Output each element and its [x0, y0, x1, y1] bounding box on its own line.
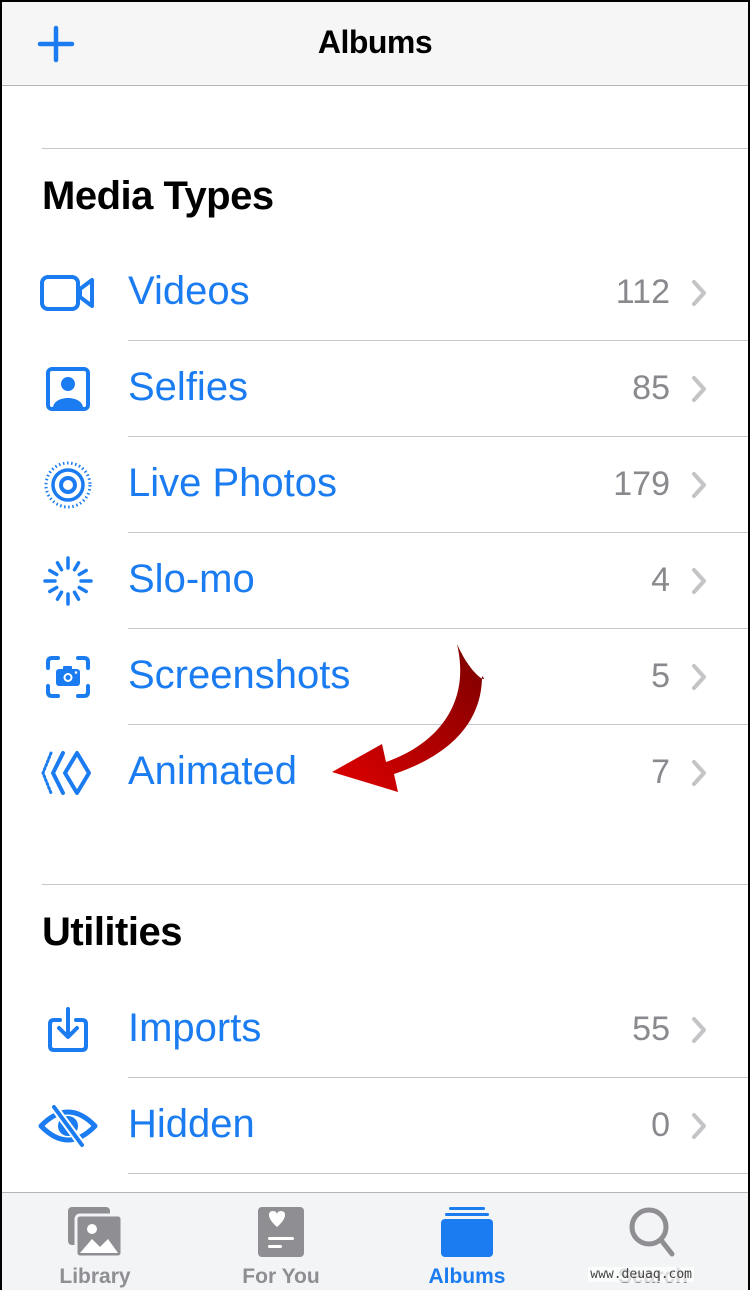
live-photo-icon: [38, 461, 98, 509]
album-count: 55: [632, 1010, 670, 1048]
tab-for-you[interactable]: For You: [188, 1193, 374, 1290]
page-title: Albums: [317, 24, 433, 60]
album-label: Slo-mo: [128, 557, 255, 601]
album-label: Videos: [128, 269, 250, 313]
chevron-right-icon: [692, 376, 706, 402]
slo-mo-icon: [38, 556, 98, 606]
album-count: 0: [651, 1106, 670, 1144]
album-count: 179: [613, 465, 670, 503]
album-count: 85: [632, 369, 670, 407]
album-count: 112: [615, 273, 670, 311]
chevron-right-icon: [692, 1017, 706, 1043]
album-count: 4: [651, 561, 670, 599]
album-label: Screenshots: [128, 653, 351, 697]
slo-mo-tick: [77, 585, 88, 594]
chevron-right-icon: [692, 472, 706, 498]
search-icon: [629, 1207, 675, 1257]
navigation-bar: Albums: [2, 2, 748, 86]
album-row-slo-mo[interactable]: Slo-mo 4: [2, 533, 748, 629]
animated-icon: [38, 749, 98, 797]
tab-label: Albums: [428, 1265, 506, 1288]
for-you-icon: [258, 1207, 304, 1257]
album-label: Imports: [128, 1006, 262, 1050]
chevron-right-icon: [692, 568, 706, 594]
album-row-hidden[interactable]: Hidden 0: [2, 1078, 748, 1174]
album-count: 7: [651, 753, 670, 791]
section-divider: [42, 148, 748, 149]
slo-mo-tick: [55, 590, 64, 601]
tab-label: For You: [242, 1265, 320, 1288]
album-row-selfies[interactable]: Selfies 85: [2, 341, 748, 437]
tab-albums[interactable]: Albums: [374, 1193, 560, 1290]
album-row-imports[interactable]: Imports 55: [2, 982, 748, 1078]
album-row-live-photos[interactable]: Live Photos 179: [2, 437, 748, 533]
import-icon: [38, 1006, 98, 1054]
chevron-right-icon: [692, 664, 706, 690]
album-row-animated[interactable]: Animated 7: [2, 725, 748, 821]
library-icon: [68, 1207, 124, 1259]
video-camera-icon: [38, 269, 98, 317]
slo-mo-tick: [48, 568, 59, 577]
tab-label: Library: [59, 1265, 131, 1288]
section-title-media-types: Media Types: [42, 174, 274, 218]
album-label: Selfies: [128, 365, 249, 409]
watermark: www.deuaq.com: [588, 1267, 694, 1282]
chevron-right-icon: [692, 280, 706, 306]
eye-slash-icon: [38, 1102, 98, 1150]
slo-mo-tick: [72, 561, 81, 572]
albums-icon: [441, 1207, 493, 1257]
album-label: Live Photos: [128, 461, 338, 505]
section-divider: [42, 884, 748, 885]
album-row-videos[interactable]: Videos 112: [2, 245, 748, 341]
slo-mo-tick: [48, 585, 59, 594]
chevron-right-icon: [692, 1113, 706, 1139]
album-label: Animated: [128, 749, 297, 793]
slo-mo-tick: [77, 568, 88, 577]
tab-library[interactable]: Library: [2, 1193, 188, 1290]
slo-mo-tick: [72, 590, 81, 601]
row-separator: [128, 1173, 748, 1174]
album-row-screenshots[interactable]: Screenshots 5: [2, 629, 748, 725]
album-label: Hidden: [128, 1102, 255, 1146]
slo-mo-tick: [55, 561, 64, 572]
selfie-portrait-icon: [38, 365, 98, 413]
tab-bar: Library For You Albums Search www.deuaq.…: [2, 1192, 748, 1290]
section-title-utilities: Utilities: [42, 910, 182, 954]
screenshot-icon: [38, 653, 98, 701]
album-count: 5: [651, 657, 670, 695]
chevron-right-icon: [692, 760, 706, 786]
